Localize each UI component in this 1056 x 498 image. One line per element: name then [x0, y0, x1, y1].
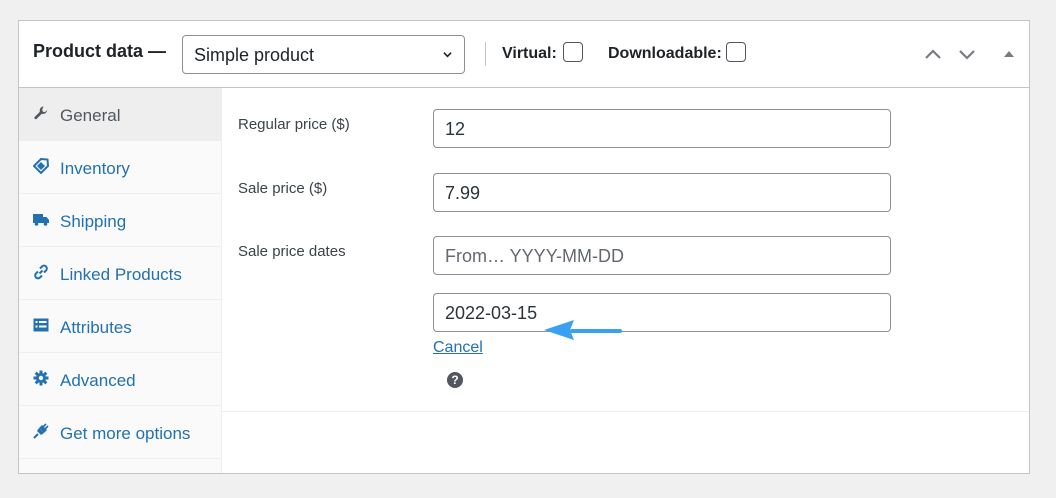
tab-inventory[interactable]: Inventory: [19, 141, 221, 194]
tab-label: Attributes: [60, 318, 132, 337]
downloadable-label: Downloadable:: [608, 45, 722, 62]
gear-icon: [33, 370, 49, 386]
panel-title: Product data —: [33, 41, 167, 61]
sale-dates-label: Sale price dates: [238, 243, 346, 260]
cancel-link[interactable]: Cancel: [433, 339, 483, 357]
general-panel: Regular price ($) 12 Sale price ($) 7.99…: [222, 88, 1029, 412]
link-icon: [34, 264, 48, 280]
tab-label: Linked Products: [60, 265, 182, 284]
move-up-icon[interactable]: [922, 43, 944, 65]
tab-label: Shipping: [60, 212, 127, 231]
tab-general[interactable]: General: [19, 88, 221, 141]
product-type-select[interactable]: Simple product: [182, 35, 465, 74]
help-tip-icon[interactable]: ?: [447, 372, 463, 388]
tab-label: Inventory: [60, 159, 130, 178]
move-down-icon[interactable]: [956, 43, 978, 65]
tab-advanced[interactable]: Advanced: [19, 353, 221, 406]
product-type-value: Simple product: [194, 45, 315, 65]
product-data-header: Product data — Simple product Virtual: D…: [19, 21, 1029, 88]
tab-shipping[interactable]: Shipping: [19, 194, 221, 247]
virtual-checkbox[interactable]: [563, 42, 583, 62]
regular-price-label: Regular price ($): [238, 116, 350, 133]
header-divider: [485, 42, 486, 66]
sale-date-to-input[interactable]: 2022-03-15: [433, 293, 891, 332]
tab-get-more-options[interactable]: Get more options: [19, 406, 221, 459]
annotation-arrow-icon: [544, 320, 622, 340]
list-icon: [33, 318, 49, 332]
sale-price-input[interactable]: 7.99: [433, 173, 891, 212]
regular-price-input[interactable]: 12: [433, 109, 891, 148]
product-data-tabs: General Inventory Shipping Linked Produc…: [19, 88, 222, 473]
sale-price-label: Sale price ($): [238, 180, 328, 197]
tag-icon: [33, 158, 49, 174]
truck-icon: [33, 214, 49, 226]
downloadable-checkbox[interactable]: [726, 42, 746, 62]
chevron-down-icon: [443, 52, 452, 58]
tab-label: Get more options: [60, 424, 191, 443]
tab-linked-products[interactable]: Linked Products: [19, 247, 221, 300]
tab-label: Advanced: [60, 371, 136, 390]
tab-label: General: [60, 106, 121, 125]
product-data-panel: Product data — Simple product Virtual: D…: [18, 20, 1030, 474]
plugin-icon: [33, 423, 49, 439]
sale-date-from-input[interactable]: From… YYYY-MM-DD: [433, 236, 891, 275]
virtual-label: Virtual:: [502, 45, 557, 62]
wrench-icon: [34, 106, 48, 120]
collapse-toggle-icon[interactable]: [998, 43, 1020, 65]
tab-attributes[interactable]: Attributes: [19, 300, 221, 353]
